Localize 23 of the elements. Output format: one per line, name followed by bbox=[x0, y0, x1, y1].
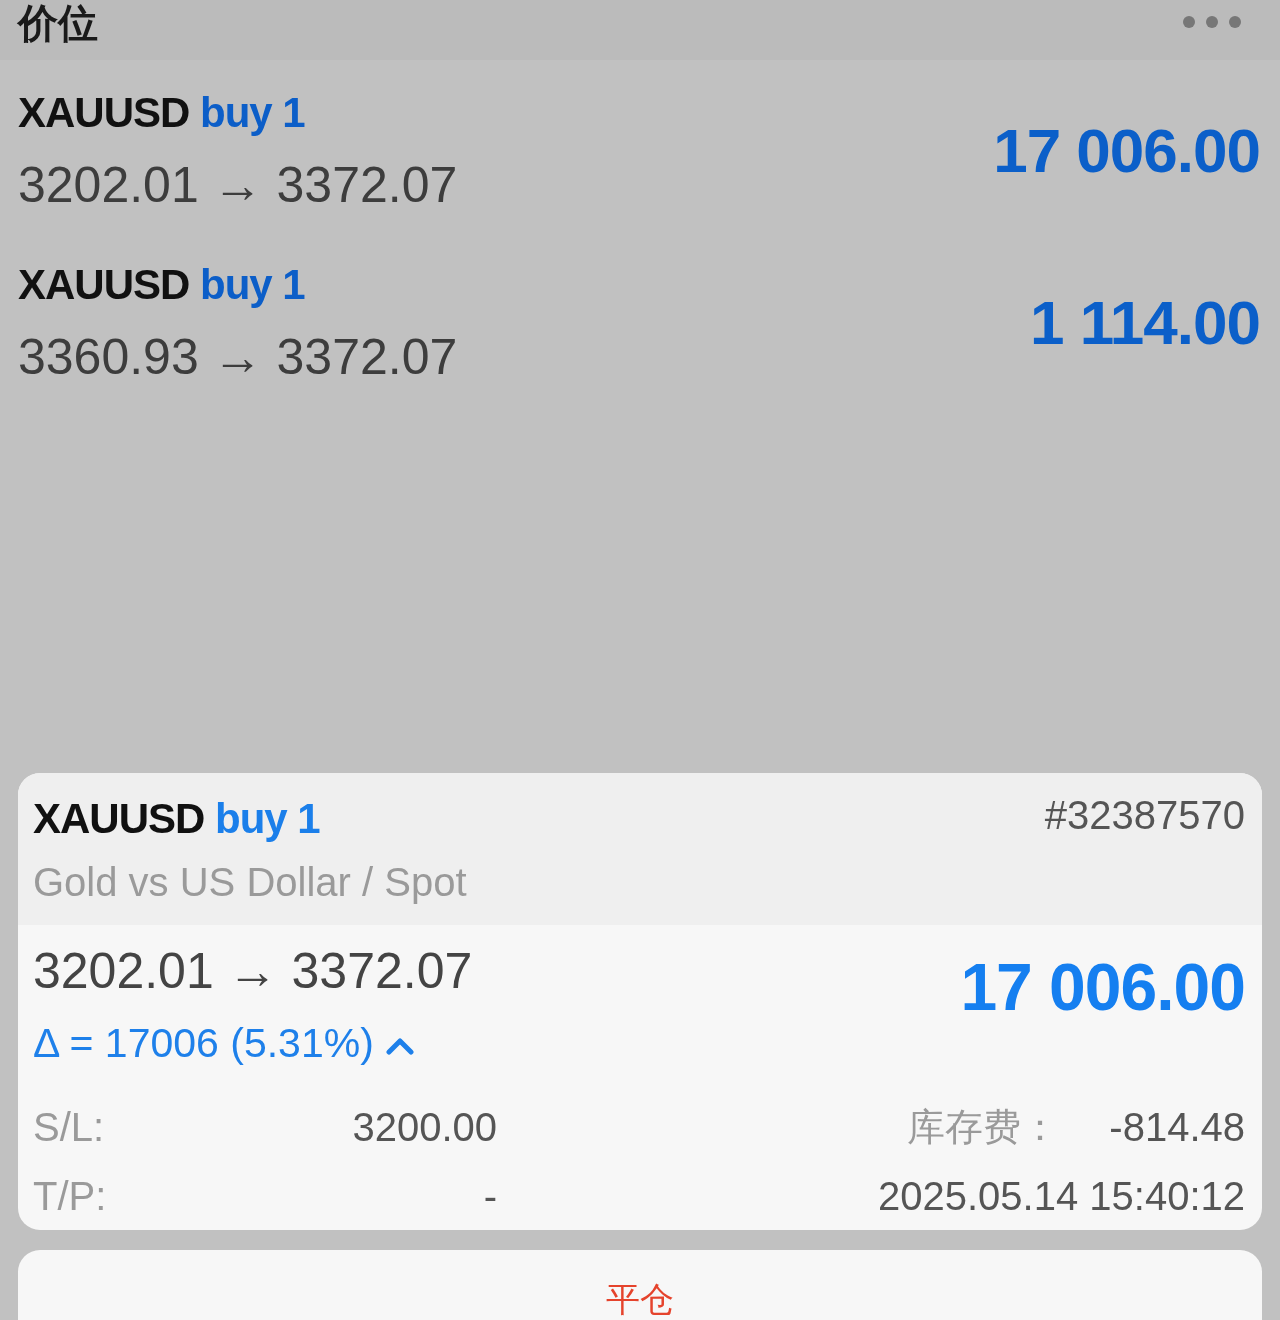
position-title: XAUUSD buy 1 bbox=[18, 260, 305, 310]
more-icon[interactable] bbox=[1182, 15, 1242, 29]
field-value: 2025.05.14 15:40:12 bbox=[878, 1173, 1245, 1220]
position-title: XAUUSD buy 1 bbox=[33, 794, 320, 844]
profit-value: 17 006.00 bbox=[960, 949, 1245, 1026]
field-value: 3200.00 bbox=[352, 1104, 497, 1151]
price-change: 3202.01 → 3372.07 bbox=[18, 156, 458, 215]
instrument-description: Gold vs US Dollar / Spot bbox=[33, 859, 467, 906]
field-label: 库存费： bbox=[907, 1105, 1060, 1150]
field-value: -814.48 bbox=[1109, 1104, 1245, 1151]
chevron-up-icon[interactable] bbox=[385, 1037, 414, 1055]
profit-value: 17 006.00 bbox=[993, 115, 1260, 187]
field-value: - bbox=[483, 1173, 497, 1220]
price-change: 3202.01 → 3372.07 bbox=[33, 942, 473, 1001]
ticket-number: #32387570 bbox=[1044, 792, 1245, 839]
price-change: 3360.93 → 3372.07 bbox=[18, 328, 458, 387]
page-title: 价位 bbox=[18, 0, 98, 46]
profit-value: 1 114.00 bbox=[1030, 287, 1260, 359]
close-position-button[interactable]: 平仓 bbox=[18, 1250, 1262, 1320]
position-title: XAUUSD buy 1 bbox=[18, 88, 305, 138]
price-delta: Δ = 17006 (5.31%) bbox=[33, 1019, 374, 1068]
field-label: T/P: bbox=[33, 1173, 107, 1220]
field-label: S/L: bbox=[33, 1104, 105, 1151]
